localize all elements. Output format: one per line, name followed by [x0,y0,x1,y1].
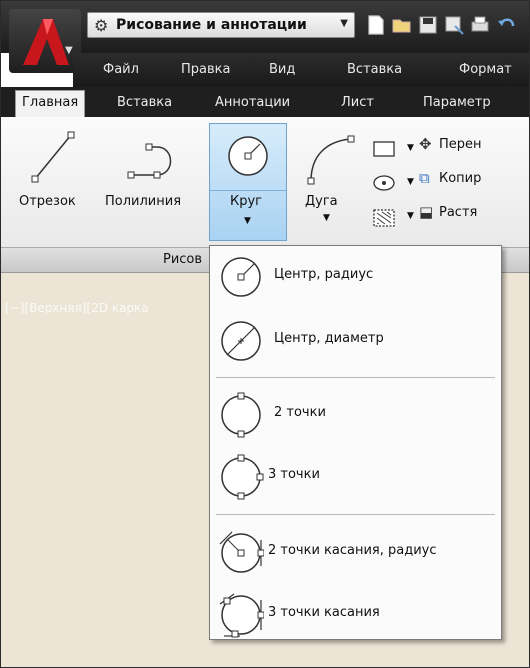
tab-home[interactable]: Главная [15,90,86,117]
move-icon: ✥ [419,135,432,153]
menu-item-center-radius[interactable]: Центр, радиус [210,246,501,306]
draw-panel-title[interactable]: Рисов [163,252,202,267]
ellipse-icon [373,175,395,191]
menu-edit[interactable]: Правка [181,62,230,77]
plot-icon[interactable] [469,14,491,36]
menu-separator [216,514,495,515]
chevron-down-icon: ▼ [407,143,414,153]
menu-item-label: 3 точки [268,467,320,482]
menu-item-label: 3 точки касания [268,605,380,620]
chevron-down-icon: ▼ [340,18,348,29]
menu-bar: Файл Правка Вид Вставка Формат [73,53,529,87]
circle-2-point-icon [221,392,261,438]
stretch-icon: ⬓ [419,203,434,221]
chevron-down-icon[interactable]: ▼ [244,216,251,226]
menu-insert[interactable]: Вставка [347,62,402,77]
move-command[interactable]: Перен [439,137,482,152]
ellipse-button[interactable]: ▼ [367,171,417,195]
menu-item-tan-tan-radius[interactable]: 2 точки касания, радиус [210,522,501,582]
copy-command[interactable]: Копир [439,171,481,186]
menu-item-label: Центр, радиус [274,267,374,282]
hatch-button[interactable]: ▼ [367,205,417,229]
rectangle-icon [373,141,395,157]
menu-format[interactable]: Формат [459,62,512,77]
save-icon[interactable] [417,14,439,36]
menu-item-3-point[interactable]: 3 точки [210,446,501,506]
polyline-button-label[interactable]: Полилиния [105,194,181,209]
polyline-icon[interactable] [123,129,183,187]
tab-parametric[interactable]: Параметр [423,95,491,110]
stretch-command[interactable]: Растя [439,205,477,220]
circle-center-radius-icon [221,257,261,297]
arc-icon[interactable] [301,129,359,189]
copy-icon: ⧉ [419,169,430,187]
menu-item-tan-tan-tan[interactable]: 3 точки касания [210,584,501,644]
open-folder-icon[interactable] [391,14,413,36]
line-button-label[interactable]: Отрезок [19,194,76,209]
split-divider [210,190,286,191]
menu-item-label: 2 точки касания, радиус [268,543,437,558]
arc-button-label[interactable]: Дуга [305,194,338,209]
circle-button-label: Круг [230,194,263,209]
circle-button[interactable]: Круг ▼ [209,123,287,241]
menu-separator [216,377,495,378]
autocad-window: ⚙ Рисование и аннотации ▼ ▼ Файл Правка … [0,0,530,668]
menu-item-label: 2 точки [274,405,326,420]
chevron-down-icon: ▼ [65,45,73,56]
circle-3-point-icon [221,454,264,500]
menu-item-2-point[interactable]: 2 точки [210,384,501,444]
menu-item-label: Центр, диаметр [274,331,384,346]
autocad-logo [23,19,69,65]
gear-icon: ⚙ [94,16,109,35]
menu-file[interactable]: Файл [103,62,139,77]
circle-center-diameter-icon [221,321,261,361]
application-menu-button[interactable]: ▼ [9,9,81,73]
menu-item-center-diameter[interactable]: Центр, диаметр [210,310,501,370]
undo-icon[interactable] [495,14,517,36]
save-as-icon[interactable] [443,14,465,36]
circle-tan-tan-radius-icon [219,531,264,573]
circle-dropdown-menu: Центр, радиус Центр, диаметр 2 точки 3 т… [209,245,502,640]
workspace-label: Рисование и аннотации [116,17,307,33]
tab-layout[interactable]: Лист [341,95,374,110]
line-icon[interactable] [27,127,79,187]
workspace-combo[interactable]: ⚙ Рисование и аннотации ▼ [87,12,355,38]
rectangle-button[interactable]: ▼ [367,137,417,161]
menu-view[interactable]: Вид [269,62,295,77]
hatch-icon [373,209,395,227]
circle-tan-tan-tan-icon [219,593,264,638]
circle-icon [228,136,268,176]
ribbon-tabs: Главная Вставка Аннотации Лист Параметр [1,87,529,117]
viewport-controls-label[interactable]: [−][Верхняя][2D карка [5,301,149,315]
tab-insert[interactable]: Вставка [117,95,172,110]
chevron-down-icon[interactable]: ▼ [323,213,330,223]
new-file-icon[interactable] [365,14,387,36]
chevron-down-icon: ▼ [407,177,414,187]
tab-annotate[interactable]: Аннотации [215,95,290,110]
chevron-down-icon: ▼ [407,211,414,221]
